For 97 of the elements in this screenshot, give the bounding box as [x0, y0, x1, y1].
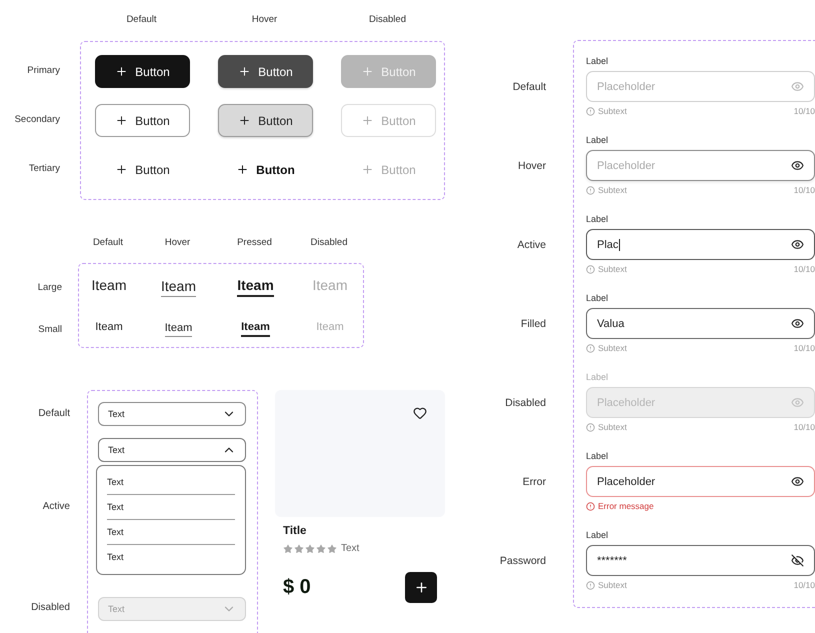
text-field[interactable]: Valua — [586, 308, 815, 339]
character-counter: 10/10 — [794, 106, 815, 116]
alert-icon — [586, 264, 595, 274]
plus-icon — [115, 163, 128, 176]
alert-icon — [586, 106, 595, 116]
character-counter: 10/10 — [794, 264, 815, 274]
eye-icon[interactable] — [791, 238, 804, 251]
nav-item[interactable]: Iteam — [91, 277, 126, 297]
nav-item[interactable]: Iteam — [237, 277, 274, 297]
row-label: Secondary — [14, 113, 60, 127]
row-label: Primary — [26, 64, 60, 78]
star-icon — [305, 544, 315, 554]
button[interactable]: Button — [218, 104, 313, 137]
helper-text: Subtext — [598, 343, 627, 353]
nav-item[interactable]: Iteam — [160, 278, 196, 296]
row-label: Disabled — [30, 600, 70, 614]
row-label: Large — [36, 280, 62, 294]
dropdown-option[interactable]: Text — [107, 470, 235, 495]
row-label: Default — [37, 406, 70, 420]
helper-text: Subtext — [598, 106, 627, 116]
eye-off-icon[interactable] — [791, 554, 804, 567]
field-label: Label — [586, 529, 610, 541]
text-field[interactable]: Plac — [586, 229, 815, 260]
alert-icon — [586, 422, 595, 432]
plus-icon — [238, 65, 252, 78]
plus-icon — [361, 65, 374, 78]
column-heading: Default — [92, 237, 124, 248]
button[interactable]: Button — [106, 153, 179, 186]
rating-text: Text — [341, 543, 360, 554]
field-label: Label — [586, 134, 610, 146]
field-label: Label — [586, 371, 610, 383]
column-heading: Pressed — [236, 237, 273, 248]
button[interactable]: Button — [218, 55, 313, 88]
character-counter: 10/10 — [794, 422, 815, 432]
eye-icon[interactable] — [791, 475, 804, 488]
plus-icon — [115, 65, 128, 78]
row-label: Error — [522, 474, 546, 490]
character-counter: 10/10 — [794, 343, 815, 353]
star-icon — [316, 544, 326, 554]
plus-icon — [236, 163, 250, 176]
character-counter: 10/10 — [794, 185, 815, 195]
column-heading: Disabled — [310, 237, 348, 248]
dropdown-option[interactable]: Text — [107, 520, 235, 545]
product-title: Title — [283, 525, 308, 537]
dropdown-option[interactable]: Text — [107, 495, 235, 520]
helper-text: Subtext — [598, 580, 627, 590]
text-field[interactable]: ******* — [586, 545, 815, 576]
nav-item[interactable]: Iteam — [95, 321, 123, 337]
alert-icon — [586, 344, 595, 352]
alert-icon — [586, 502, 595, 510]
text-cursor — [619, 238, 620, 250]
plus-icon — [414, 580, 428, 595]
row-label: Default — [512, 80, 546, 94]
eye-icon[interactable] — [791, 317, 804, 330]
alert-icon — [586, 186, 595, 194]
plus-icon — [361, 163, 374, 176]
button[interactable]: Button — [95, 55, 190, 88]
plus-icon — [361, 114, 374, 127]
nav-item[interactable]: Iteam — [241, 321, 270, 337]
add-button[interactable] — [405, 572, 437, 603]
dropdown[interactable]: Text — [98, 438, 246, 462]
row-label: Password — [498, 554, 546, 568]
eye-icon[interactable] — [791, 159, 804, 172]
error-message: Error message — [598, 501, 654, 511]
row-label: Hover — [516, 158, 546, 174]
plus-icon — [115, 114, 128, 127]
character-counter: 10/10 — [794, 580, 815, 590]
field-label: Label — [586, 450, 610, 462]
heart-icon[interactable] — [413, 406, 427, 420]
column-heading: Disabled — [368, 14, 407, 25]
column-heading: Hover — [250, 14, 278, 25]
row-label: Disabled — [504, 396, 546, 410]
row-label: Filled — [520, 316, 546, 332]
star-icon — [294, 544, 304, 554]
column-heading: Hover — [164, 237, 192, 248]
row-label: Small — [37, 322, 62, 336]
field-label: Label — [586, 292, 610, 304]
nav-item[interactable]: Iteam — [164, 322, 192, 336]
dropdown-option[interactable]: Text — [107, 545, 235, 570]
button[interactable]: Button — [95, 104, 190, 137]
price: $ 0 — [283, 576, 311, 599]
field-label: Label — [586, 55, 610, 67]
row-label: Active — [42, 500, 70, 514]
text-field[interactable]: Placeholder — [586, 466, 815, 497]
row-label: Tertiary — [28, 162, 60, 176]
helper-text: Subtext — [598, 185, 627, 195]
star-icon — [327, 544, 337, 554]
alert-icon — [586, 580, 595, 590]
dropdown[interactable]: Text — [98, 402, 246, 426]
button[interactable]: Button — [227, 153, 304, 186]
star-icon — [283, 544, 293, 554]
plus-icon — [238, 114, 252, 127]
field-label: Label — [586, 213, 610, 225]
helper-text: Subtext — [598, 422, 627, 432]
helper-text: Subtext — [598, 264, 627, 274]
row-label: Active — [516, 238, 546, 252]
column-heading: Default — [125, 14, 158, 25]
